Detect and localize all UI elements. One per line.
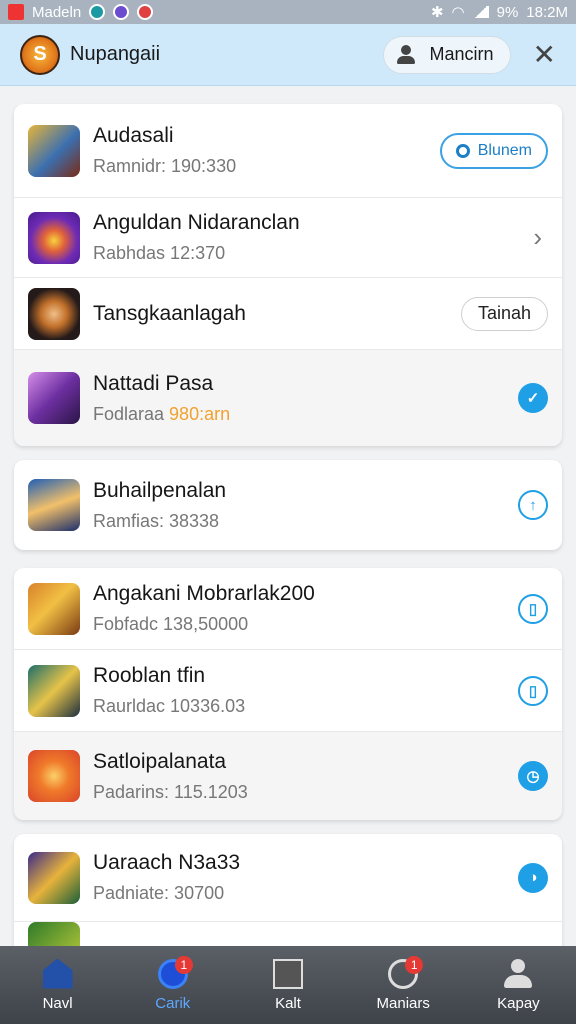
subtitle-highlight: 980:arn: [169, 403, 231, 424]
timer-action-button[interactable]: ◷: [518, 761, 548, 791]
close-icon[interactable]: ✕: [533, 40, 556, 69]
notification-badge: 1: [405, 955, 424, 974]
game-subtitle: Fodlaraa 980:arn: [93, 404, 230, 425]
shield-action-button[interactable]: ◑: [518, 862, 548, 893]
game-list-card: Buhailpenalan Ramfias: 38338 ↑: [14, 460, 562, 550]
list-item[interactable]: Angakani Mobrarlak200 Fobfadc 138,50000 …: [14, 568, 562, 650]
bottom-navigation: Navl 1 Carik Kalt 1 Maniars Kapay: [0, 946, 576, 1024]
game-app-icon: [28, 750, 80, 802]
game-app-icon: [28, 664, 80, 717]
game-subtitle: Padniate: 30700: [93, 883, 225, 903]
notification-app-icon: [8, 4, 24, 20]
upload-action-button[interactable]: ↑: [518, 490, 548, 520]
notification-icon: [137, 4, 154, 20]
game-app-icon: [28, 582, 80, 635]
battery-label: 9%: [496, 3, 519, 21]
blunem-button[interactable]: Blunem: [439, 132, 548, 169]
ring-icon: [455, 143, 470, 158]
nav-label: Kapay: [497, 994, 540, 1012]
nav-item-profile[interactable]: Kapay: [461, 946, 576, 1024]
notification-icon: [113, 4, 130, 20]
tainah-button[interactable]: Tainah: [460, 296, 548, 331]
list-item[interactable]: Nattadi Pasa Fodlaraa 980:arn ✓: [14, 350, 562, 446]
nav-label: Carik: [155, 994, 191, 1012]
user-icon: [396, 44, 416, 65]
game-logo-icon: S: [20, 34, 60, 75]
trash-action-button[interactable]: ▯: [518, 593, 548, 624]
nav-item-games[interactable]: 1 Carik: [115, 946, 230, 1024]
game-app-icon: [28, 211, 80, 264]
game-name: Rooblan tfin: [93, 664, 206, 687]
check-action-button[interactable]: ✓: [518, 383, 548, 413]
trash-action-button[interactable]: ▯: [518, 675, 548, 706]
nav-label: Kalt: [275, 994, 301, 1012]
list-item[interactable]: Satloipalanata Padarins: 115.1203 ◷: [14, 732, 562, 820]
game-name: Angakani Mobrarlak200: [93, 582, 315, 605]
game-name: Nattadi Pasa: [93, 371, 214, 395]
clock-time: 18:2M: [526, 3, 568, 21]
list-item[interactable]: Anguldan Nidaranclan Rabhdas 12:370 ›: [14, 198, 562, 278]
status-bar: Madeln ✱ ◠ 9% 18:2M: [0, 0, 576, 24]
game-name: Uaraach N3a33: [93, 851, 241, 874]
signal-icon: [472, 6, 489, 18]
game-app-icon: [28, 124, 80, 177]
game-icon: 1: [157, 955, 193, 989]
game-name: Anguldan Nidaranclan: [93, 211, 300, 234]
list-item[interactable]: Rooblan tfin Raurldac 10336.03 ▯: [14, 650, 562, 732]
wifi-icon: ◠: [451, 4, 465, 21]
carrier-label: Madeln: [32, 3, 82, 21]
nav-item-home[interactable]: Navl: [0, 946, 115, 1024]
game-app-icon: [28, 372, 80, 424]
account-label: Mancirn: [429, 44, 494, 64]
game-subtitle: Ramfias: 38338: [93, 510, 220, 531]
nav-label: Navl: [42, 994, 73, 1012]
notification-icon: [89, 4, 106, 20]
game-name: Audasali: [93, 124, 174, 147]
game-subtitle: Fobfadc 138,50000: [93, 614, 249, 634]
game-app-icon: [28, 479, 80, 531]
game-subtitle: Padarins: 115.1203: [93, 781, 248, 802]
game-subtitle: Raurldac 10336.03: [93, 696, 246, 716]
home-icon: [42, 958, 73, 989]
box-icon: [273, 958, 303, 989]
game-list-card: Audasali Ramnidr: 190:330 Blunem Angulda…: [14, 104, 562, 446]
account-button[interactable]: Mancirn: [382, 35, 511, 74]
nav-label: Maniars: [376, 994, 430, 1012]
game-list-card: Angakani Mobrarlak200 Fobfadc 138,50000 …: [14, 568, 562, 820]
person-icon: [503, 958, 533, 989]
app-header: S Nupangaii Mancirn ✕: [0, 24, 576, 86]
list-item[interactable]: Uaraach N3a33 Padniate: 30700 ◑: [14, 834, 562, 922]
nav-item-history[interactable]: 1 Maniars: [346, 946, 461, 1024]
game-app-icon: [28, 851, 80, 904]
game-name: Buhailpenalan: [93, 478, 227, 502]
game-subtitle: Rabhdas 12:370: [93, 243, 226, 263]
bluetooth-icon: ✱: [430, 4, 444, 21]
clock-icon: 1: [388, 955, 424, 989]
game-name: Tansgkaanlagah: [93, 301, 246, 325]
subtitle-prefix: Fodlaraa: [93, 403, 170, 424]
list-item[interactable]: Audasali Ramnidr: 190:330 Blunem: [14, 104, 562, 198]
app-title: Nupangaii: [70, 43, 161, 65]
nav-item-box[interactable]: Kalt: [230, 946, 345, 1024]
list-item[interactable]: Buhailpenalan Ramfias: 38338 ↑: [14, 460, 562, 550]
notification-badge: 1: [174, 955, 193, 974]
list-item[interactable]: Tansgkaanlagah Tainah: [14, 278, 562, 350]
chevron-right-icon[interactable]: ›: [533, 222, 542, 252]
game-app-icon: [28, 287, 80, 340]
game-name: Satloipalanata: [93, 749, 227, 773]
game-subtitle: Ramnidr: 190:330: [93, 156, 237, 176]
button-label: Blunem: [477, 141, 532, 159]
